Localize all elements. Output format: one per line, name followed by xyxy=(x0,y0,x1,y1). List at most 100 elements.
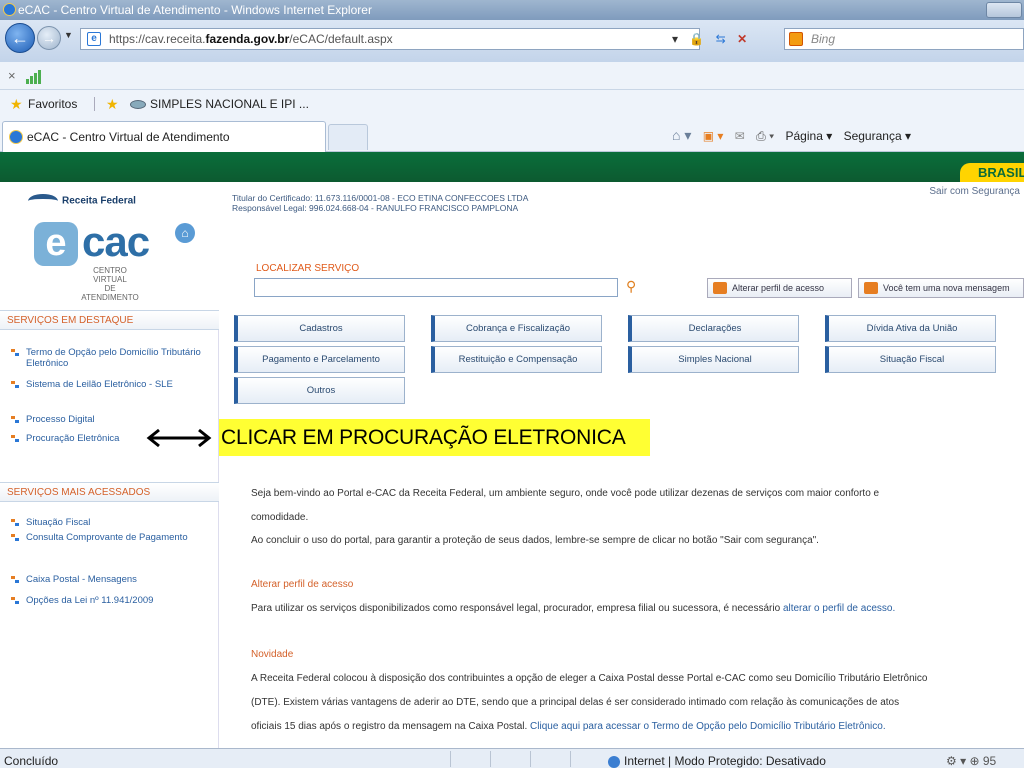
tab-title: eCAC - Centro Virtual de Atendimento xyxy=(27,130,230,144)
zoom-control[interactable]: ⚙ ▾ ⊕ 95 xyxy=(946,751,996,771)
history-dropdown-icon[interactable]: ▼ xyxy=(64,30,73,40)
status-bar: Concluído Internet | Modo Protegido: Des… xyxy=(0,748,1024,768)
locate-service-input[interactable] xyxy=(254,278,618,297)
globe-icon xyxy=(608,755,620,768)
signal-icon xyxy=(26,70,42,84)
window-controls[interactable] xyxy=(986,2,1022,18)
service-button[interactable]: Outros xyxy=(234,377,405,404)
print-icon[interactable]: ⎙ ▾ xyxy=(756,119,774,153)
sidebar-item[interactable]: Processo Digital xyxy=(11,414,216,425)
news-heading: Novidade xyxy=(251,649,294,660)
brasil-badge[interactable]: BRASIL xyxy=(960,163,1024,182)
sidebar-item[interactable]: Opções da Lei nº 11.941/2009 xyxy=(11,595,216,606)
service-button[interactable]: Pagamento e Parcelamento xyxy=(234,346,405,373)
sidebar-item-label: Consulta Comprovante de Pagamento xyxy=(26,532,188,543)
ecac-logo[interactable]: e cac xyxy=(34,218,150,266)
dte-terms-link[interactable]: Clique aqui para acessar o Termo de Opçã… xyxy=(530,721,886,732)
welcome-line-1: Seja bem-vindo ao Portal e-CAC da Receit… xyxy=(251,488,880,499)
url-path: /eCAC/default.aspx xyxy=(289,32,393,46)
alter-profile-heading: Alterar perfil de acesso xyxy=(251,579,354,590)
bullet-icon xyxy=(11,597,20,605)
receita-federal-logo[interactable]: Receita Federal xyxy=(28,194,136,208)
welcome-line-2: comodidade. xyxy=(251,512,309,523)
service-button[interactable]: Situação Fiscal xyxy=(825,346,996,373)
service-button[interactable]: Dívida Ativa da União xyxy=(825,315,996,342)
cert-responsible: Responsável Legal: 996.024.668-04 - RANU… xyxy=(232,203,519,213)
window-title: eCAC - Centro Virtual de Atendimento - W… xyxy=(18,3,372,17)
ie-tab-icon xyxy=(9,130,23,144)
bullet-icon xyxy=(11,349,20,357)
search-box[interactable]: Bing xyxy=(784,28,1024,50)
news-line-3-body: oficiais 15 dias após o registro da mens… xyxy=(251,721,531,732)
sidebar: SERVIÇOS EM DESTAQUE Termo de Opção pelo… xyxy=(0,310,219,748)
locate-service-label: LOCALIZAR SERVIÇO xyxy=(256,263,360,274)
feeds-icon[interactable]: ▣ ▾ xyxy=(703,119,724,153)
security-zone[interactable]: Internet | Modo Protegido: Desativado xyxy=(608,751,826,771)
sidebar-item-label: Processo Digital xyxy=(26,414,95,425)
security-zone-label: Internet | Modo Protegido: Desativado xyxy=(624,754,826,768)
window-titlebar: eCAC - Centro Virtual de Atendimento - W… xyxy=(0,0,1024,20)
service-button[interactable]: Declarações xyxy=(628,315,799,342)
logout-link[interactable]: Sair com Segurança xyxy=(929,186,1020,197)
forward-button[interactable]: → xyxy=(37,26,61,50)
news-line-3: oficiais 15 dias após o registro da mens… xyxy=(251,721,886,732)
refresh-icon[interactable]: ⇆ xyxy=(716,28,726,50)
gov-green-bar xyxy=(0,152,1024,182)
sidebar-item[interactable]: Sistema de Leilão Eletrônico - SLE xyxy=(11,379,216,390)
service-button[interactable]: Cobrança e Fiscalização xyxy=(431,315,602,342)
sidebar-item-label: Opções da Lei nº 11.941/2009 xyxy=(26,595,154,606)
divider xyxy=(94,97,95,111)
rf-mark-icon xyxy=(28,194,58,208)
sidebar-item[interactable]: Consulta Comprovante de Pagamento xyxy=(11,532,216,543)
page-icon: e xyxy=(87,32,101,46)
url-domain: fazenda.gov.br xyxy=(205,32,290,46)
sidebar-item[interactable]: Caixa Postal - Mensagens xyxy=(11,574,216,585)
new-message-button[interactable]: Você tem uma nova mensagem xyxy=(858,278,1024,298)
page-menu[interactable]: Página ▾ xyxy=(786,119,833,153)
divider xyxy=(450,751,451,767)
service-button[interactable]: Simples Nacional xyxy=(628,346,799,373)
ie-icon xyxy=(3,3,16,16)
sidebar-item-label: Situação Fiscal xyxy=(26,517,91,528)
favorite-item[interactable]: SIMPLES NACIONAL E IPI ... xyxy=(150,90,309,118)
home-icon[interactable]: ⌂ ▾ xyxy=(672,118,691,152)
service-button[interactable]: Cadastros xyxy=(234,315,405,342)
sidebar-item[interactable]: Termo de Opção pelo Domicílio Tributário… xyxy=(11,347,216,369)
favorites-button[interactable]: Favoritos xyxy=(28,90,77,118)
lock-icon[interactable]: 🔒 xyxy=(689,28,704,50)
security-menu[interactable]: Segurança ▾ xyxy=(844,119,911,153)
certificate-info: Titular do Certificado: 11.673.116/0001-… xyxy=(232,193,528,213)
welcome-line-3: Ao concluir o uso do portal, para garant… xyxy=(251,535,819,546)
close-toolbar-icon[interactable]: × xyxy=(8,68,16,83)
divider xyxy=(570,751,571,767)
new-message-label: Você tem uma nova mensagem xyxy=(883,283,1010,293)
cert-holder: Titular do Certificado: 11.673.116/0001-… xyxy=(232,193,529,203)
alter-profile-body: Para utilizar os serviços disponibilizad… xyxy=(251,603,783,614)
divider xyxy=(490,751,491,767)
ecac-subtitle-2: DE ATENDIMENTO xyxy=(81,284,139,302)
news-line-1: A Receita Federal colocou à disposição d… xyxy=(251,673,928,684)
back-button[interactable]: ← xyxy=(5,23,35,53)
favorites-star-icon[interactable]: ★ xyxy=(10,90,23,118)
dropdown-icon[interactable]: ▾ xyxy=(672,28,678,50)
tab-ecac[interactable]: eCAC - Centro Virtual de Atendimento xyxy=(2,121,326,152)
address-bar[interactable]: e https://cav.receita.fazenda.gov.br/eCA… xyxy=(80,28,700,50)
rf-logo-text: Receita Federal xyxy=(62,195,136,207)
home-link-icon[interactable]: ⌂ xyxy=(175,223,195,243)
alter-profile-button[interactable]: Alterar perfil de acesso xyxy=(707,278,852,298)
add-favorite-icon[interactable]: ★ xyxy=(106,90,119,118)
search-placeholder: Bing xyxy=(811,32,836,46)
stop-icon[interactable]: ✕ xyxy=(737,28,747,50)
new-tab-button[interactable] xyxy=(328,124,368,150)
alter-profile-link[interactable]: alterar o perfil de acesso. xyxy=(783,603,895,614)
sidebar-item[interactable]: Situação Fiscal xyxy=(11,517,216,528)
news-line-2: (DTE). Existem várias vantagens de aderi… xyxy=(251,697,900,708)
mail-icon[interactable]: ✉ xyxy=(735,119,745,153)
envelope-icon xyxy=(864,282,878,294)
search-icon[interactable]: ⚲ xyxy=(626,278,636,295)
bullet-icon xyxy=(11,576,20,584)
bullet-icon xyxy=(11,416,20,424)
sidebar-item-label: Procuração Eletrônica xyxy=(26,433,120,444)
sidebar-item-label: Termo de Opção pelo Domicílio Tributário… xyxy=(26,347,201,369)
service-button[interactable]: Restituição e Compensação xyxy=(431,346,602,373)
